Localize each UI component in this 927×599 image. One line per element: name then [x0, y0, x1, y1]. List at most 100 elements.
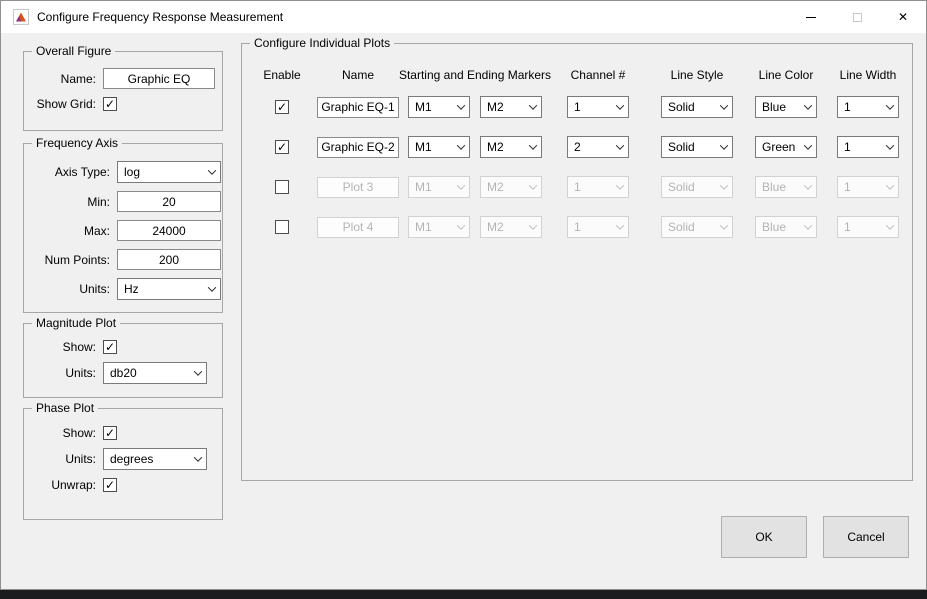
chevron-down-icon [611, 217, 628, 237]
app-icon [13, 9, 29, 25]
plot-row: ✓ M1 M2 1 Solid Blue 1 [242, 216, 912, 238]
line-color-value: Blue [756, 220, 799, 234]
min-input[interactable] [117, 191, 221, 212]
magnitude-units-select[interactable]: db20 [103, 362, 207, 384]
chevron-down-icon [189, 449, 206, 469]
magnitude-plot-legend: Magnitude Plot [32, 316, 120, 330]
maximize-button[interactable] [834, 1, 880, 33]
show-grid-checkbox[interactable]: ✓ [103, 97, 117, 111]
line-style-select[interactable]: Solid [661, 96, 733, 118]
line-width-select[interactable]: 1 [837, 136, 899, 158]
cancel-button[interactable]: Cancel [823, 516, 909, 558]
header-line-style: Line Style [671, 68, 724, 82]
chevron-down-icon [189, 363, 206, 383]
plot-name-input[interactable] [317, 177, 399, 198]
magnitude-show-checkbox[interactable]: ✓ [103, 340, 117, 354]
max-input[interactable] [117, 220, 221, 241]
line-style-select[interactable]: Solid [661, 176, 733, 198]
unwrap-checkbox[interactable]: ✓ [103, 478, 117, 492]
enable-checkbox[interactable]: ✓ [275, 100, 289, 114]
dialog-window: Configure Frequency Response Measurement… [0, 0, 927, 590]
checkmark-icon: ✓ [105, 98, 115, 110]
phase-plot-legend: Phase Plot [32, 401, 98, 415]
titlebar[interactable]: Configure Frequency Response Measurement… [1, 1, 926, 33]
figure-name-input[interactable] [103, 68, 215, 89]
chevron-down-icon [452, 217, 469, 237]
line-width-select[interactable]: 1 [837, 216, 899, 238]
close-icon: ✕ [898, 11, 908, 23]
phase-units-label: Units: [32, 452, 96, 466]
minimize-button[interactable] [788, 1, 834, 33]
line-color-select[interactable]: Green [755, 136, 817, 158]
checkmark-icon: ✓ [105, 427, 115, 439]
end-marker-select[interactable]: M2 [480, 136, 542, 158]
start-marker-select[interactable]: M1 [408, 96, 470, 118]
enable-checkbox[interactable]: ✓ [275, 140, 289, 154]
start-marker-value: M1 [409, 140, 452, 154]
phase-show-label: Show: [32, 426, 96, 440]
end-marker-select[interactable]: M2 [480, 216, 542, 238]
end-marker-value: M2 [481, 100, 524, 114]
channel-select[interactable]: 1 [567, 216, 629, 238]
minimize-icon [806, 17, 816, 18]
chevron-down-icon [452, 137, 469, 157]
chevron-down-icon [611, 177, 628, 197]
line-style-select[interactable]: Solid [661, 216, 733, 238]
max-label: Max: [32, 224, 110, 238]
magnitude-plot-group: Magnitude Plot Show: ✓ Units: db20 [23, 323, 223, 398]
end-marker-value: M2 [481, 180, 524, 194]
plot-name-input[interactable] [317, 97, 399, 118]
maximize-icon [853, 13, 862, 22]
header-channel: Channel # [571, 68, 626, 82]
line-width-value: 1 [838, 220, 881, 234]
line-color-value: Green [756, 140, 799, 154]
magnitude-show-label: Show: [32, 340, 96, 354]
chevron-down-icon [881, 97, 898, 117]
line-width-select[interactable]: 1 [837, 176, 899, 198]
ok-button[interactable]: OK [721, 516, 807, 558]
channel-select[interactable]: 1 [567, 96, 629, 118]
line-color-select[interactable]: Blue [755, 96, 817, 118]
phase-show-checkbox[interactable]: ✓ [103, 426, 117, 440]
markers-cell: M1 M2 [408, 176, 542, 198]
phase-units-select[interactable]: degrees [103, 448, 207, 470]
channel-select[interactable]: 1 [567, 176, 629, 198]
plot-name-input[interactable] [317, 217, 399, 238]
show-grid-label: Show Grid: [32, 97, 96, 111]
line-color-select[interactable]: Blue [755, 176, 817, 198]
checkmark-icon: ✓ [105, 479, 115, 491]
channel-select[interactable]: 2 [567, 136, 629, 158]
line-color-select[interactable]: Blue [755, 216, 817, 238]
overall-figure-group: Overall Figure Name: Show Grid: ✓ [23, 51, 223, 131]
chevron-down-icon [452, 97, 469, 117]
line-width-value: 1 [838, 180, 881, 194]
close-button[interactable]: ✕ [880, 1, 926, 33]
frequency-axis-group: Frequency Axis Axis Type: log Min: Max: … [23, 143, 223, 313]
enable-checkbox[interactable]: ✓ [275, 180, 289, 194]
line-color-value: Blue [756, 180, 799, 194]
start-marker-select[interactable]: M1 [408, 136, 470, 158]
num-points-input[interactable] [117, 249, 221, 270]
plot-row: ✓ M1 M2 1 Solid Blue 1 [242, 96, 912, 118]
end-marker-select[interactable]: M2 [480, 96, 542, 118]
axis-type-select[interactable]: log [117, 161, 221, 183]
chevron-down-icon [203, 162, 220, 182]
line-style-value: Solid [662, 180, 715, 194]
header-line-width: Line Width [840, 68, 897, 82]
line-width-select[interactable]: 1 [837, 96, 899, 118]
magnitude-units-value: db20 [104, 366, 189, 380]
line-style-select[interactable]: Solid [661, 136, 733, 158]
header-markers: Starting and Ending Markers [399, 68, 551, 82]
chevron-down-icon [203, 279, 220, 299]
plot-name-input[interactable] [317, 137, 399, 158]
plot-row: ✓ M1 M2 2 Solid Green 1 [242, 136, 912, 158]
individual-plots-legend: Configure Individual Plots [250, 36, 394, 50]
start-marker-select[interactable]: M1 [408, 216, 470, 238]
window-title: Configure Frequency Response Measurement [37, 10, 283, 24]
freq-units-select[interactable]: Hz [117, 278, 221, 300]
end-marker-select[interactable]: M2 [480, 176, 542, 198]
start-marker-select[interactable]: M1 [408, 176, 470, 198]
enable-checkbox[interactable]: ✓ [275, 220, 289, 234]
figure-name-label: Name: [32, 72, 96, 86]
chevron-down-icon [881, 177, 898, 197]
